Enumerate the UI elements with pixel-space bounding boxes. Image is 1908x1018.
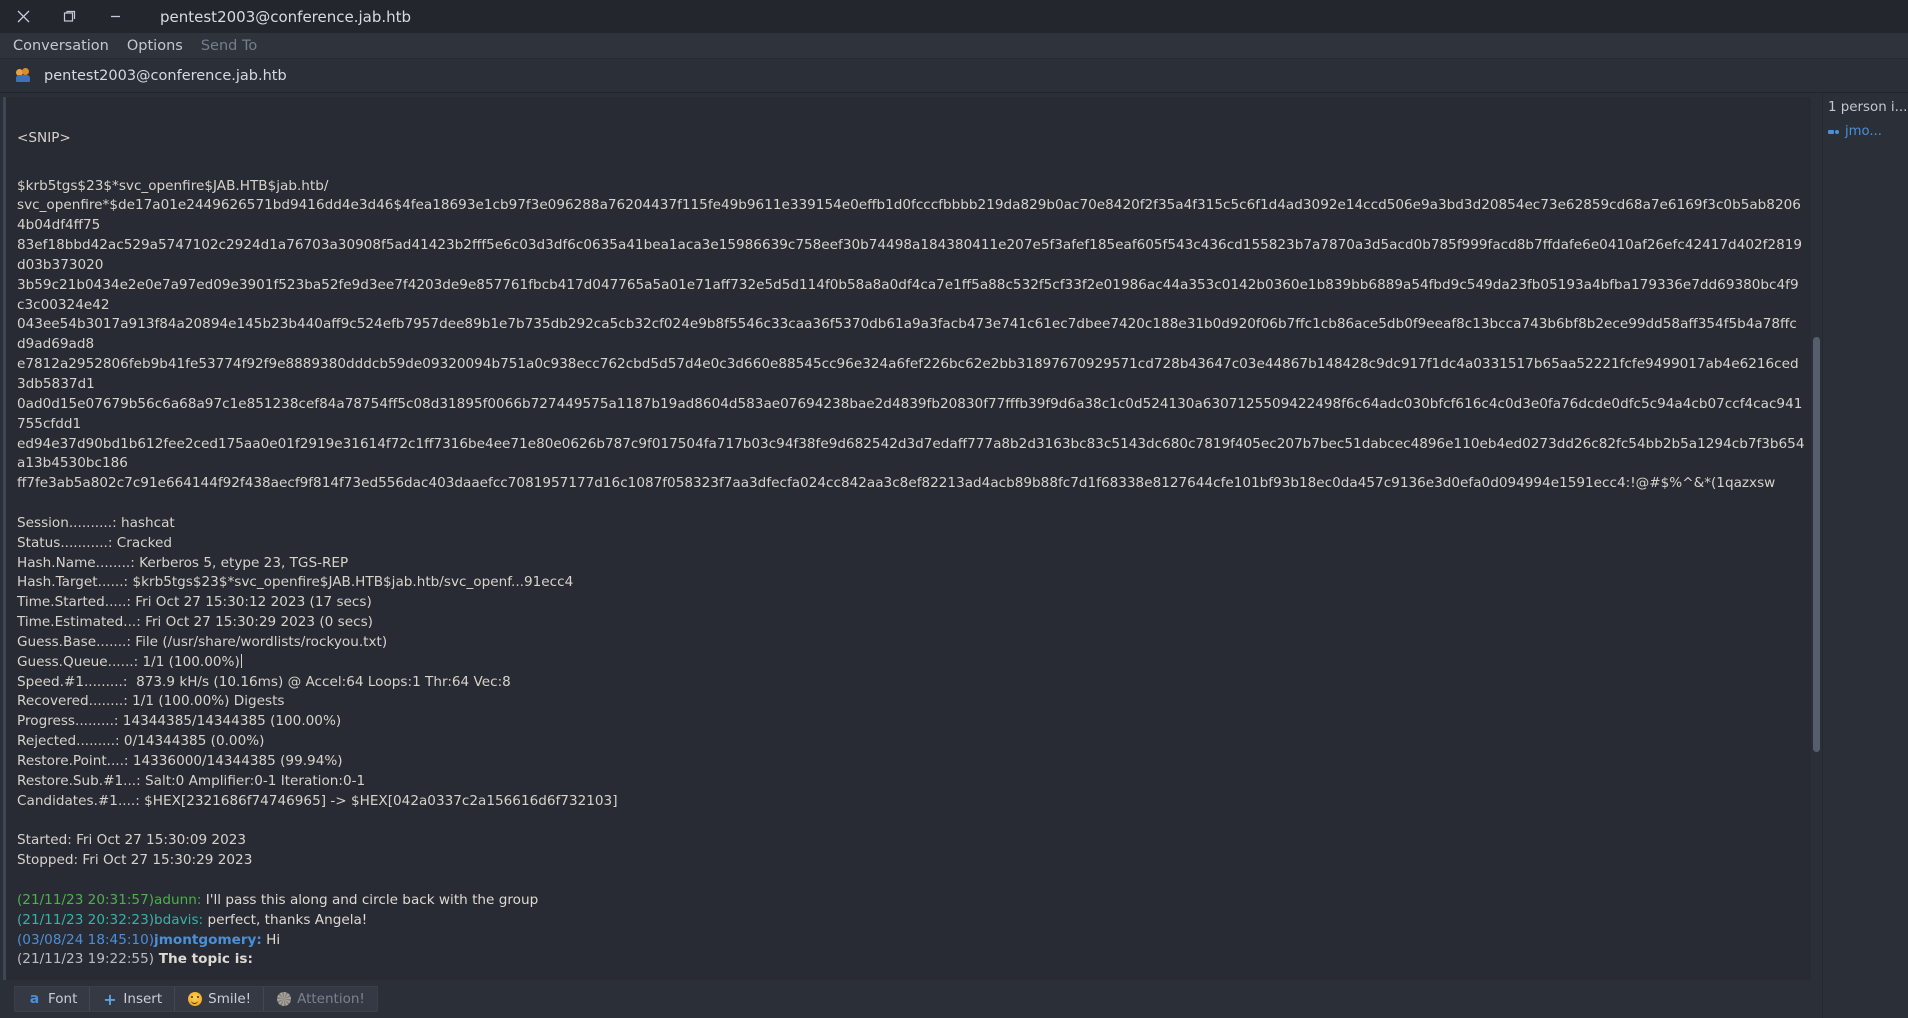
hash-line: 043ee54b3017a913f84a20894e145b23b440aff9… — [17, 316, 1797, 353]
participants-count-label: 1 person i... — [1828, 100, 1908, 115]
stat-line: Restore.Point....: 14336000/14344385 (99… — [17, 753, 343, 769]
message-timestamp: (21/11/23 20:32:23) — [17, 911, 155, 928]
hash-line: ed94e37d90bd1b612fee2ced175aa0e01f2919e3… — [17, 435, 1805, 472]
compose-toolbar-row: a Font + Insert Smile! Attention! — [3, 980, 1822, 1018]
menu-send-to[interactable]: Send To — [192, 36, 266, 56]
menu-options[interactable]: Options — [118, 36, 192, 56]
chat-log: <SNIP> $krb5tgs$23$*svc_openfire$JAB.HTB… — [6, 97, 1811, 980]
minimize-icon[interactable] — [92, 0, 138, 33]
close-icon[interactable] — [0, 0, 46, 33]
stat-line: Guess.Base.......: File (/usr/share/word… — [17, 633, 388, 650]
stat-line: Recovered........: 1/1 (100.00%) Digests — [17, 693, 285, 710]
participant-item[interactable]: jmo... — [1823, 122, 1908, 141]
chat-message: (21/11/23 20:31:57)adunn: I'll pass this… — [17, 891, 1805, 911]
stat-line: Speed.#1.........: 873.9 kH/s (10.16ms) … — [17, 673, 511, 690]
menu-bar: Conversation Options Send To — [0, 33, 1908, 59]
stat-line: Hash.Name........: Kerberos 5, etype 23,… — [17, 554, 349, 571]
tab-strip-filler — [301, 59, 1908, 92]
message-nick: jmontgomery: — [154, 931, 262, 948]
hash-line: ff7fe3ab5a802c7c91e664144f92f438aecf9f81… — [17, 475, 1776, 492]
topic-text: The topic is: — [154, 951, 253, 968]
menu-conversation[interactable]: Conversation — [4, 36, 118, 56]
stat-line: Candidates.#1....: $HEX[2321686f74746965… — [17, 792, 618, 809]
started-line: Started: Fri Oct 27 15:30:09 2023 — [17, 832, 247, 849]
group-chat-icon — [16, 68, 35, 83]
attention-button-label: Attention! — [297, 991, 365, 1007]
insert-button[interactable]: + Insert — [90, 987, 176, 1011]
tab-strip: pentest2003@conference.jab.htb — [0, 59, 1908, 93]
topic-line: (21/11/23 19:22:55) The topic is: — [17, 950, 1805, 970]
compose-toolbar: a Font + Insert Smile! Attention! — [14, 986, 378, 1012]
font-button[interactable]: a Font — [15, 987, 91, 1011]
participants-sidebar: 1 person i... jmo... — [1822, 93, 1908, 1018]
stat-line: Session..........: hashcat — [17, 514, 175, 531]
chat-message: (03/08/24 18:45:10)jmontgomery: Hi — [17, 931, 1805, 951]
chat-message: (21/11/23 20:32:23)bdavis: perfect, than… — [17, 911, 1805, 931]
smile-button-label: Smile! — [208, 991, 252, 1007]
main-pane: <SNIP> $krb5tgs$23$*svc_openfire$JAB.HTB… — [0, 93, 1822, 1018]
message-timestamp: (21/11/23 20:31:57) — [17, 891, 155, 908]
chat-scrollbar[interactable] — [1811, 97, 1822, 980]
text-cursor — [240, 653, 242, 668]
stat-line: Progress.........: 14344385/14344385 (10… — [17, 713, 342, 730]
presence-icon — [1828, 126, 1840, 137]
window-title: pentest2003@conference.jab.htb — [160, 7, 412, 26]
message-nick: bdavis: — [154, 911, 204, 928]
message-timestamp: (03/08/24 18:45:10) — [17, 931, 155, 948]
stat-line-text: Guess.Queue......: 1/1 (100.00%) — [17, 653, 240, 670]
hash-line: e7812a2952806feb9b41fe53774f92f9e8889380… — [17, 356, 1799, 392]
chat-scrollbar-thumb[interactable] — [1813, 337, 1820, 752]
topic-timestamp: (21/11/23 19:22:55) — [17, 951, 155, 968]
body-row: <SNIP> $krb5tgs$23$*svc_openfire$JAB.HTB… — [0, 93, 1908, 1018]
tab-label: pentest2003@conference.jab.htb — [44, 67, 287, 84]
participant-name: jmo... — [1845, 124, 1882, 139]
restore-icon[interactable] — [46, 0, 92, 33]
log-snip: <SNIP> — [17, 129, 71, 146]
hash-line: $krb5tgs$23$*svc_openfire$JAB.HTB$jab.ht… — [17, 177, 329, 194]
message-text: Hi — [261, 931, 281, 948]
hash-line: 83ef18bbd42ac529a5747102c2924d1a76703a30… — [17, 237, 1803, 273]
smile-button[interactable]: Smile! — [175, 987, 265, 1011]
stat-line: Time.Started.....: Fri Oct 27 15:30:12 2… — [17, 594, 372, 611]
attention-button[interactable]: Attention! — [264, 987, 377, 1011]
hash-line: svc_openfire*$de17a01e2449626571bd9416dd… — [17, 197, 1801, 234]
stat-line: Time.Estimated...: Fri Oct 27 15:30:29 2… — [17, 614, 373, 631]
chat-log-container: <SNIP> $krb5tgs$23$*svc_openfire$JAB.HTB… — [3, 97, 1822, 980]
title-bar: pentest2003@conference.jab.htb — [0, 0, 1908, 33]
message-nick: adunn: — [154, 891, 202, 908]
font-icon: a — [29, 991, 40, 1007]
stat-line: Restore.Sub.#1...: Salt:0 Amplifier:0-1 … — [17, 772, 366, 789]
insert-button-label: Insert — [123, 991, 163, 1007]
message-text: perfect, thanks Angela! — [203, 911, 368, 928]
stat-line: Hash.Target......: $krb5tgs$23$*svc_open… — [17, 574, 574, 591]
stat-line: Rejected.........: 0/14344385 (0.00%) — [17, 733, 265, 750]
stat-line: Status...........: Cracked — [17, 534, 173, 551]
font-button-label: Font — [48, 991, 78, 1007]
smiley-icon — [187, 992, 202, 1007]
stopped-line: Stopped: Fri Oct 27 15:30:29 2023 — [17, 852, 253, 869]
attention-icon — [276, 992, 291, 1007]
plus-icon: + — [103, 989, 117, 1009]
stat-line-with-cursor: Guess.Queue......: 1/1 (100.00%) — [17, 653, 1805, 673]
tab-conference-chat[interactable]: pentest2003@conference.jab.htb — [0, 59, 301, 92]
hash-line: 0ad0d15e07679b56c6a68a97c1e851238cef84a7… — [17, 395, 1803, 432]
message-text: I'll pass this along and circle back wit… — [201, 891, 539, 908]
hash-line: 3b59c21b0434e2e0e7a97ed09e3901f523ba52fe… — [17, 276, 1799, 313]
chat-window: pentest2003@conference.jab.htb Conversat… — [0, 0, 1908, 1018]
